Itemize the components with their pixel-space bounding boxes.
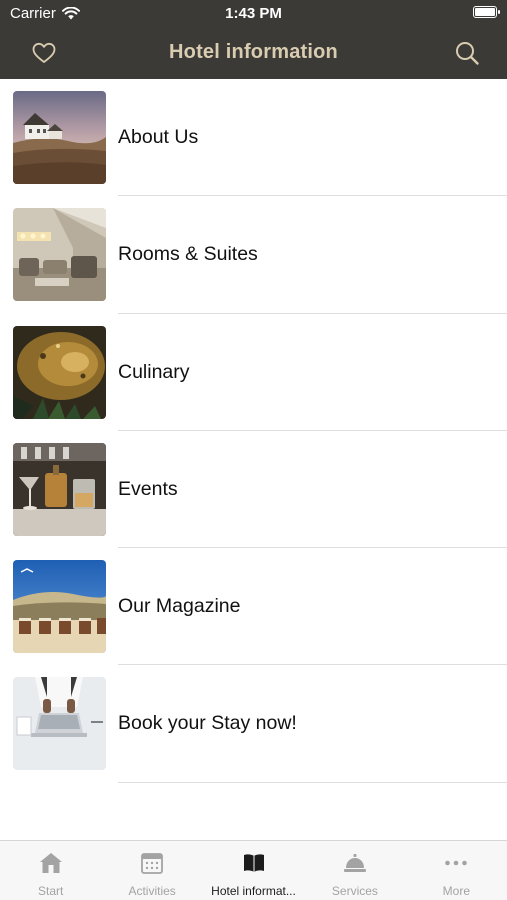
list-item-label: About Us — [118, 126, 199, 148]
list-item-label: Book your Stay now! — [118, 712, 297, 735]
more-dots-icon — [445, 860, 468, 866]
tab-label: Hotel informat... — [211, 884, 296, 898]
tab-activities[interactable]: Activities — [101, 841, 202, 900]
tab-services[interactable]: Services — [304, 841, 405, 900]
status-bar: Carrier 1:43 PM — [0, 0, 507, 27]
tab-hotel-information[interactable]: Hotel informat... — [203, 841, 304, 900]
calendar-icon — [141, 853, 164, 874]
list-item-rooms-suites[interactable]: Rooms & Suites — [0, 196, 507, 314]
tab-label: Services — [331, 884, 378, 898]
app-screen: Carrier 1:43 PM Hotel information About … — [0, 0, 507, 900]
navigation-bar: Hotel information — [0, 27, 507, 79]
tab-bar: Start Activities Hotel informat... Servi… — [0, 840, 507, 900]
rooms-suites-thumbnail — [13, 208, 106, 302]
our-magazine-thumbnail — [13, 560, 106, 654]
hotel-info-list: About Us Rooms & Suites Culinary Events … — [0, 79, 507, 783]
tab-label: Start — [38, 884, 64, 898]
tab-label: Activities — [128, 884, 176, 898]
list-item-label: Our Magazine — [118, 595, 241, 618]
home-icon — [39, 853, 62, 873]
list-item-label: Culinary — [118, 360, 190, 383]
tab-more[interactable]: More — [406, 841, 507, 900]
events-thumbnail — [13, 442, 106, 536]
list-item-label: Rooms & Suites — [118, 243, 258, 266]
tab-label: More — [442, 884, 470, 898]
list-item-culinary[interactable]: Culinary — [0, 314, 507, 431]
book-your-stay-thumbnail — [13, 677, 106, 771]
list-item-about-us[interactable]: About Us — [0, 79, 507, 197]
about-us-thumbnail — [13, 91, 106, 184]
service-bell-icon — [343, 854, 366, 872]
tab-start[interactable]: Start — [0, 841, 101, 900]
row-separator — [118, 781, 507, 783]
culinary-thumbnail — [13, 325, 106, 419]
page-title: Hotel information — [169, 41, 338, 63]
book-icon — [243, 854, 264, 872]
list-item-our-magazine[interactable]: Our Magazine — [0, 548, 507, 666]
search-icon[interactable] — [453, 39, 481, 67]
list-item-events[interactable]: Events — [0, 431, 507, 549]
list-item-label: Events — [118, 477, 178, 500]
battery-icon — [473, 6, 500, 18]
clock: 1:43 PM — [225, 5, 282, 22]
list-item-book-your-stay[interactable]: Book your Stay now! — [0, 665, 507, 783]
